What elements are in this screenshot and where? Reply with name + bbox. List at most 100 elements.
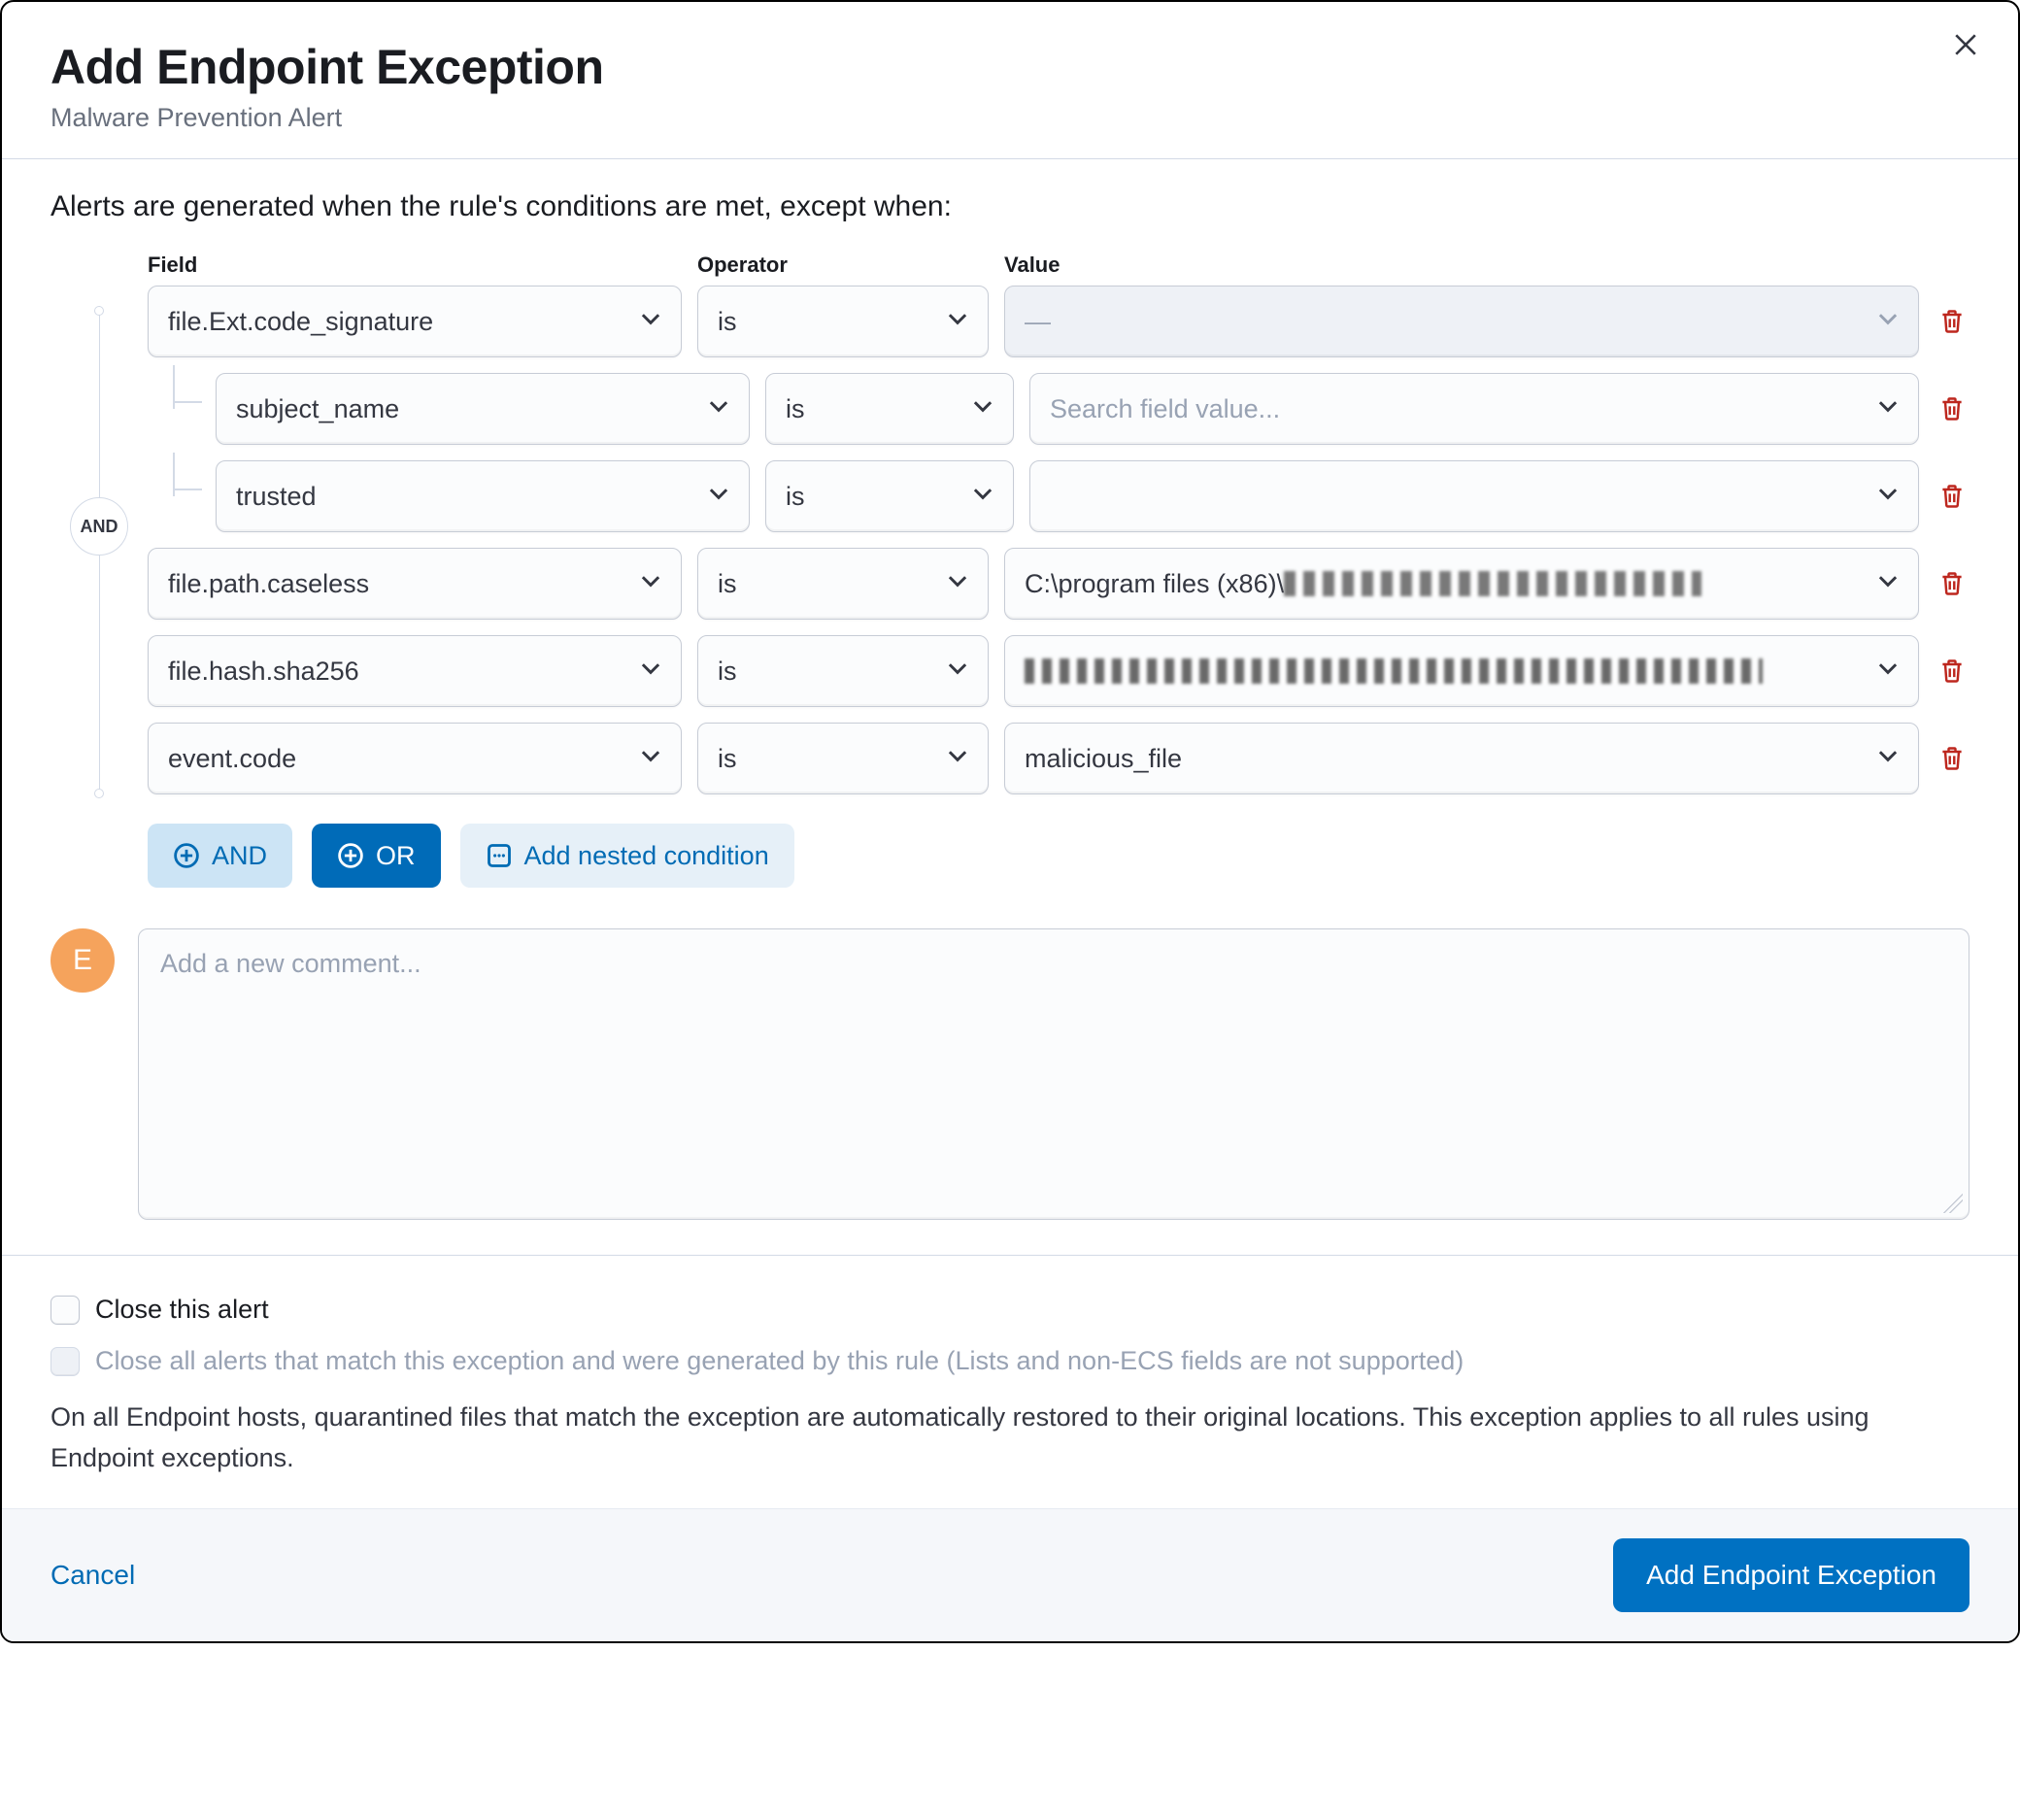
condition-row: file.path.caseless is C:\program files (… [148, 548, 1970, 620]
trash-icon [1938, 570, 1966, 597]
chevron-down-icon [970, 481, 995, 513]
condition-row: trusted is [216, 460, 1970, 532]
close-all-checkbox-row: Close all alerts that match this excepti… [50, 1346, 1970, 1376]
close-all-checkbox [50, 1347, 80, 1376]
chevron-down-icon [945, 743, 970, 775]
field-select[interactable]: file.Ext.code_signature [148, 286, 682, 357]
chevron-down-icon [706, 481, 731, 513]
value-input[interactable] [1029, 460, 1919, 532]
cancel-button[interactable]: Cancel [50, 1560, 135, 1591]
and-badge: AND [70, 497, 128, 556]
trash-icon [1938, 483, 1966, 510]
value-placeholder: Search field value... [1050, 394, 1280, 424]
intro-text: Alerts are generated when the rule's con… [50, 190, 1970, 223]
nested-condition: trusted is [148, 460, 1970, 532]
field-select-value: trusted [236, 482, 317, 512]
operator-select[interactable]: is [697, 635, 989, 707]
condition-row: file.hash.sha256 is [148, 635, 1970, 707]
label-value: Value [1004, 253, 1970, 278]
chevron-down-icon [945, 656, 970, 688]
operator-select-value: is [786, 394, 805, 424]
delete-row-button[interactable] [1935, 741, 1970, 776]
field-select[interactable]: event.code [148, 723, 682, 794]
add-endpoint-exception-modal: Add Endpoint Exception Malware Preventio… [0, 0, 2020, 1643]
value-text: malicious_file [1025, 744, 1182, 774]
delete-row-button[interactable] [1935, 479, 1970, 514]
chevron-down-icon [1875, 656, 1901, 688]
value-text: — [1025, 307, 1051, 337]
chevron-down-icon [1875, 481, 1901, 513]
button-label: AND [212, 841, 267, 871]
close-button[interactable] [1946, 25, 1985, 64]
button-label: Add nested condition [524, 841, 769, 871]
operator-select-value: is [786, 482, 805, 512]
nested-icon [486, 842, 513, 869]
chevron-down-icon [706, 393, 731, 425]
nested-condition: subject_name is Search field value... [148, 373, 1970, 445]
value-input[interactable]: malicious_file [1004, 723, 1919, 794]
chevron-down-icon [638, 568, 663, 600]
conditions-block: AND Field Operator Value file.Ext.code_s… [50, 253, 1970, 794]
trash-icon [1938, 308, 1966, 335]
plus-circle-icon [337, 842, 364, 869]
value-input[interactable] [1004, 635, 1919, 707]
delete-row-button[interactable] [1935, 304, 1970, 339]
close-icon [1953, 32, 1978, 57]
add-or-button[interactable]: OR [312, 824, 441, 888]
close-alert-checkbox-row: Close this alert [50, 1295, 1970, 1325]
add-nested-button[interactable]: Add nested condition [460, 824, 794, 888]
and-rail: AND [50, 253, 148, 794]
condition-row: file.Ext.code_signature is — [148, 286, 1970, 357]
modal-footer: Cancel Add Endpoint Exception [2, 1508, 2018, 1641]
condition-row: subject_name is Search field value... [216, 373, 1970, 445]
close-alert-checkbox[interactable] [50, 1296, 80, 1325]
field-select[interactable]: trusted [216, 460, 750, 532]
operator-select[interactable]: is [697, 548, 989, 620]
field-select[interactable]: file.path.caseless [148, 548, 682, 620]
value-input-disabled: — [1004, 286, 1919, 357]
field-select-value: file.path.caseless [168, 569, 369, 599]
avatar: E [50, 928, 115, 993]
options-section: Close this alert Close all alerts that m… [2, 1255, 2018, 1508]
field-select[interactable]: file.hash.sha256 [148, 635, 682, 707]
value-input[interactable]: C:\program files (x86)\ [1004, 548, 1919, 620]
operator-select[interactable]: is [765, 460, 1014, 532]
chevron-down-icon [945, 568, 970, 600]
comment-section: E Add a new comment... [50, 928, 1970, 1220]
operator-select[interactable]: is [697, 723, 989, 794]
comment-textarea[interactable]: Add a new comment... [138, 928, 1970, 1220]
chevron-down-icon [1875, 306, 1901, 338]
chevron-down-icon [638, 306, 663, 338]
value-input[interactable]: Search field value... [1029, 373, 1919, 445]
field-select[interactable]: subject_name [216, 373, 750, 445]
field-select-value: file.hash.sha256 [168, 657, 359, 687]
delete-row-button[interactable] [1935, 566, 1970, 601]
field-select-value: subject_name [236, 394, 399, 424]
modal-subtitle: Malware Prevention Alert [50, 103, 1970, 133]
redacted-text [1025, 658, 1763, 684]
operator-select-value: is [718, 744, 737, 774]
delete-row-button[interactable] [1935, 391, 1970, 426]
chevron-down-icon [970, 393, 995, 425]
button-label: OR [376, 841, 416, 871]
trash-icon [1938, 657, 1966, 685]
operator-select[interactable]: is [697, 286, 989, 357]
submit-button[interactable]: Add Endpoint Exception [1613, 1538, 1970, 1612]
chevron-down-icon [1875, 393, 1901, 425]
modal-title: Add Endpoint Exception [50, 39, 1970, 95]
comment-placeholder: Add a new comment... [160, 949, 421, 978]
field-select-value: event.code [168, 744, 296, 774]
chevron-down-icon [1875, 568, 1901, 600]
operator-select[interactable]: is [765, 373, 1014, 445]
condition-actions: AND OR Add nested condition [148, 824, 1970, 888]
operator-select-value: is [718, 569, 737, 599]
chevron-down-icon [1875, 743, 1901, 775]
delete-row-button[interactable] [1935, 654, 1970, 689]
field-select-value: file.Ext.code_signature [168, 307, 433, 337]
chevron-down-icon [638, 656, 663, 688]
close-all-label: Close all alerts that match this excepti… [95, 1346, 1464, 1376]
options-note: On all Endpoint hosts, quarantined files… [50, 1398, 1970, 1479]
operator-select-value: is [718, 307, 737, 337]
trash-icon [1938, 395, 1966, 422]
add-and-button[interactable]: AND [148, 824, 292, 888]
